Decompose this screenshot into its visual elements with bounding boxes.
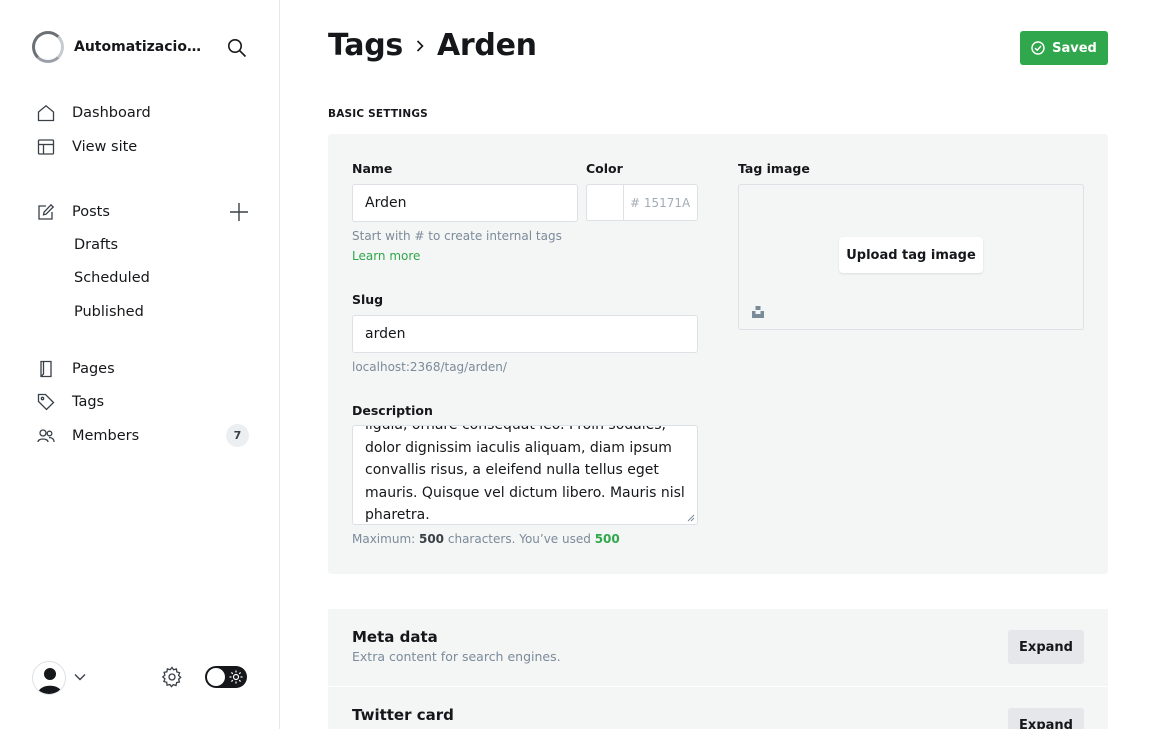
nav-view-site-label: View site	[72, 139, 138, 155]
user-avatar-icon	[38, 668, 62, 694]
site-name: Automatizacion...	[74, 39, 206, 55]
nav-members[interactable]: Members	[36, 425, 139, 447]
unsplash-icon[interactable]	[751, 305, 765, 319]
nav-view-site[interactable]: View site	[36, 136, 137, 158]
twitter-card-expand-button[interactable]: Expand	[1008, 708, 1084, 729]
description-textarea[interactable]: ligula, ornare consequat leo. Proin soda…	[352, 425, 698, 525]
meta-data-desc: Extra content for search engines.	[352, 649, 561, 664]
meta-data-title: Meta data	[352, 628, 438, 646]
toggle-knob	[207, 668, 225, 686]
nav-scheduled[interactable]: Scheduled	[74, 270, 150, 286]
name-label: Name	[352, 161, 393, 176]
sun-icon	[229, 670, 243, 684]
chevron-down-icon[interactable]	[73, 670, 87, 684]
check-circle-icon	[1031, 41, 1045, 55]
layout-icon	[36, 137, 56, 157]
search-icon[interactable]	[227, 38, 247, 58]
main-content: Tags Arden Saved BASIC SETTINGS Name Ard…	[280, 0, 1156, 729]
nav-dashboard[interactable]: Dashboard	[36, 102, 151, 124]
nav-tags[interactable]: Tags	[36, 391, 104, 413]
new-post-plus-icon[interactable]	[229, 202, 249, 222]
nav-pages-label: Pages	[72, 361, 115, 377]
basic-settings-panel: Name Arden Start with # to create intern…	[328, 134, 1108, 574]
edit-icon	[36, 202, 56, 222]
gear-icon[interactable]	[161, 666, 183, 688]
nav-pages[interactable]: Pages	[36, 358, 115, 380]
nav-dashboard-label: Dashboard	[72, 105, 151, 121]
twitter-card-title: Twitter card	[352, 706, 454, 724]
learn-more-link[interactable]: Learn more	[352, 249, 420, 263]
slug-field[interactable]: arden	[352, 315, 698, 353]
twitter-card-card: Twitter card Expand	[328, 687, 1108, 729]
tag-icon	[36, 392, 56, 412]
breadcrumb-tags-link[interactable]: Tags	[328, 28, 403, 63]
counter-max: 500	[418, 532, 445, 546]
members-count-badge: 7	[226, 424, 249, 447]
save-button-label: Saved	[1052, 40, 1097, 56]
slug-label: Slug	[352, 292, 384, 307]
upload-tag-image-button[interactable]: Upload tag image	[839, 237, 983, 273]
nav-published[interactable]: Published	[74, 304, 144, 320]
members-icon	[36, 426, 56, 446]
slug-url: localhost:2368/tag/arden/	[352, 360, 507, 374]
site-brand[interactable]: Automatizacion...	[32, 31, 206, 63]
nav-drafts[interactable]: Drafts	[74, 237, 118, 253]
nav-posts[interactable]: Posts	[36, 201, 110, 223]
meta-data-expand-button[interactable]: Expand	[1008, 630, 1084, 664]
color-label: Color	[586, 161, 623, 176]
color-hex-field[interactable]: # 15171A	[623, 184, 698, 221]
nav-posts-label: Posts	[72, 204, 110, 220]
description-label: Description	[352, 403, 433, 418]
tag-image-dropzone[interactable]: Upload tag image	[738, 184, 1084, 330]
sidebar: Automatizacion... Dashboard View site Po…	[0, 0, 280, 729]
site-logo	[32, 31, 64, 63]
theme-toggle[interactable]	[205, 666, 247, 688]
color-swatch[interactable]	[586, 184, 624, 221]
breadcrumb-current: Arden	[436, 28, 537, 63]
counter-mid: characters. You’ve used	[444, 532, 595, 546]
page-icon	[36, 359, 56, 379]
page-title: Tags Arden	[328, 28, 537, 63]
description-text: ligula, ornare consequat leo. Proin soda…	[365, 425, 685, 523]
meta-data-card: Meta data Extra content for search engin…	[328, 609, 1108, 686]
nav-members-label: Members	[72, 428, 140, 444]
section-label: BASIC SETTINGS	[328, 108, 428, 120]
tag-image-label: Tag image	[738, 161, 810, 176]
counter-used: 500	[594, 532, 620, 546]
home-icon	[36, 103, 56, 123]
name-field[interactable]: Arden	[352, 184, 578, 222]
character-counter: Maximum: 500 characters. You’ve used 500	[352, 532, 620, 546]
chevron-right-icon	[416, 39, 424, 52]
counter-prefix: Maximum:	[352, 532, 419, 546]
name-hint: Start with # to create internal tags	[352, 229, 562, 243]
avatar[interactable]	[32, 661, 66, 695]
nav-tags-label: Tags	[72, 394, 105, 410]
save-button[interactable]: Saved	[1020, 31, 1108, 65]
resize-handle-icon[interactable]	[687, 514, 695, 522]
